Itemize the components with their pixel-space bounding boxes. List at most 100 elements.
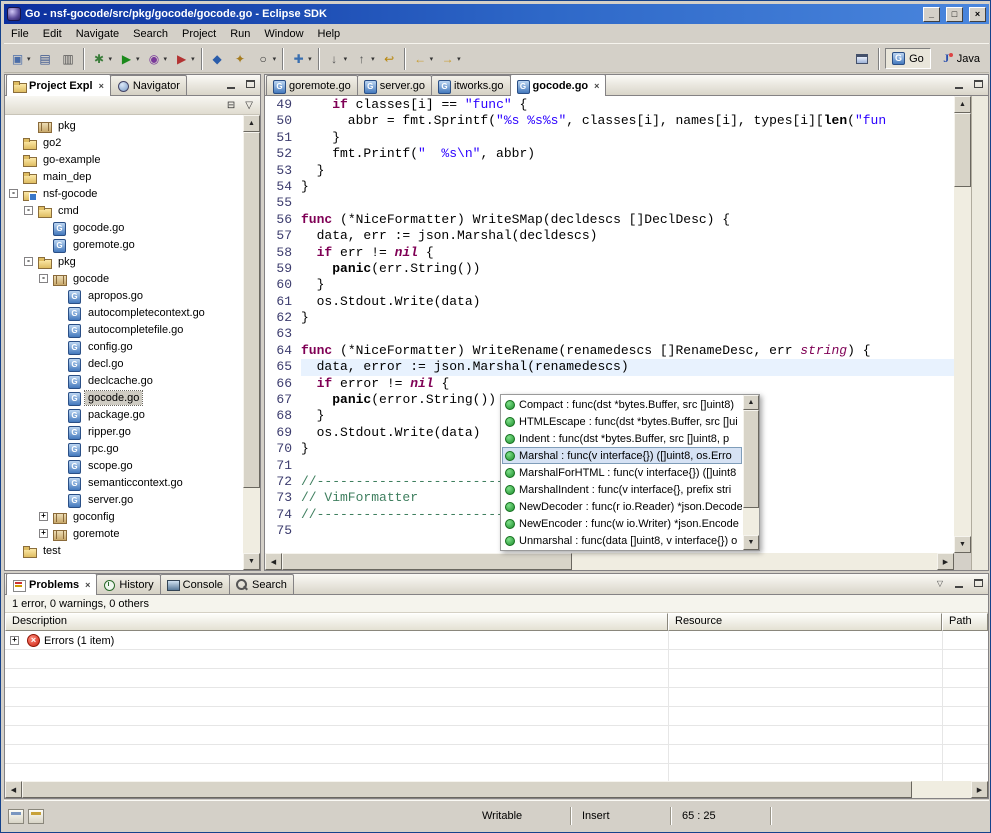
menu-run[interactable]: Run bbox=[223, 26, 257, 42]
editor-tab-goremote-go[interactable]: goremote.go bbox=[266, 75, 358, 95]
view-tab-history[interactable]: History bbox=[96, 574, 160, 594]
tree-item-goconfig[interactable]: +goconfig bbox=[5, 508, 243, 525]
forward-menu-arrow[interactable]: ▾ bbox=[457, 55, 461, 63]
completion-item-marshalindent[interactable]: MarshalIndent : func(v interface{}, pref… bbox=[502, 481, 742, 498]
scroll-right-button[interactable]: ▶ bbox=[937, 553, 954, 570]
view-tab-navigator[interactable]: Navigator bbox=[110, 75, 187, 95]
view-tab-search[interactable]: Search bbox=[229, 574, 294, 594]
search-button[interactable]: ○▾ bbox=[252, 47, 280, 71]
editor-horizontal-scrollbar[interactable]: ◀ ▶ bbox=[265, 553, 954, 570]
tree-item-declcache-go[interactable]: declcache.go bbox=[5, 372, 243, 389]
column-header-resource[interactable]: Resource bbox=[668, 613, 942, 631]
collapse-icon[interactable]: - bbox=[24, 257, 33, 266]
tree-item-gocode[interactable]: -gocode bbox=[5, 270, 243, 287]
column-header-description[interactable]: Description bbox=[5, 613, 668, 631]
new-button[interactable]: ▣▾ bbox=[6, 47, 34, 71]
tree-item-scope-go[interactable]: scope.go bbox=[5, 457, 243, 474]
tree-item-apropos-go[interactable]: apropos.go bbox=[5, 287, 243, 304]
code-line[interactable]: 61 os.Stdout.Write(data) bbox=[265, 294, 954, 310]
coverage-menu-arrow[interactable]: ▾ bbox=[164, 55, 168, 63]
title-bar[interactable]: Go - nsf-gocode/src/pkg/gocode/gocode.go… bbox=[4, 4, 989, 24]
new-element-button[interactable]: ✚▾ bbox=[287, 47, 315, 71]
next-annotation-menu-arrow[interactable]: ▾ bbox=[344, 55, 348, 63]
code-line[interactable]: 58 if err != nil { bbox=[265, 245, 954, 261]
tree-item-pkg[interactable]: -pkg bbox=[5, 253, 243, 270]
menu-help[interactable]: Help bbox=[311, 26, 348, 42]
code-line[interactable]: 52 fmt.Printf(" %s\n", abbr) bbox=[265, 146, 954, 162]
completion-item-marshal[interactable]: Marshal : func(v interface{}) ([]uint8, … bbox=[502, 447, 742, 464]
expand-icon[interactable]: + bbox=[39, 512, 48, 521]
forward-button[interactable]: →▾ bbox=[436, 47, 464, 71]
minimize-button[interactable]: _ bbox=[923, 7, 940, 22]
save-button[interactable]: ▤ bbox=[34, 47, 57, 71]
tree-item-goremote-go[interactable]: goremote.go bbox=[5, 236, 243, 253]
collapse-icon[interactable]: - bbox=[24, 206, 33, 215]
close-tab-icon[interactable]: × bbox=[85, 580, 90, 590]
completion-item-compact[interactable]: Compact : func(dst *bytes.Buffer, src []… bbox=[502, 396, 742, 413]
last-edit-location-button[interactable]: ↩ bbox=[378, 47, 401, 71]
close-tab-icon[interactable]: × bbox=[99, 81, 104, 91]
view-menu-button[interactable]: ▽ bbox=[242, 99, 256, 112]
code-line[interactable]: 62} bbox=[265, 310, 954, 326]
perspective-go[interactable]: Go bbox=[885, 48, 931, 69]
problems-row-errors-1-item[interactable]: +Errors (1 item) bbox=[5, 631, 988, 650]
external-tools-menu-arrow[interactable]: ▾ bbox=[191, 55, 195, 63]
tree-item-autocompletefile-go[interactable]: autocompletefile.go bbox=[5, 321, 243, 338]
view-menu-button[interactable]: ▽ bbox=[931, 575, 949, 591]
maximize-view-button[interactable] bbox=[969, 575, 987, 591]
maximize-view-button[interactable] bbox=[969, 76, 987, 92]
collapse-all-button[interactable]: ⊟ bbox=[224, 99, 238, 112]
shortcut-icon[interactable] bbox=[28, 809, 44, 824]
completion-item-newdecoder[interactable]: NewDecoder : func(r io.Reader) *json.Dec… bbox=[502, 498, 742, 515]
debug-menu-arrow[interactable]: ▾ bbox=[109, 55, 113, 63]
completion-item-htmlescape[interactable]: HTMLEscape : func(dst *bytes.Buffer, src… bbox=[502, 413, 742, 430]
menu-file[interactable]: File bbox=[4, 26, 36, 42]
completion-item-marshalforhtml[interactable]: MarshalForHTML : func(v interface{}) ([]… bbox=[502, 464, 742, 481]
menu-window[interactable]: Window bbox=[257, 26, 310, 42]
menu-project[interactable]: Project bbox=[175, 26, 223, 42]
view-tab-console[interactable]: Console bbox=[160, 574, 230, 594]
code-line[interactable]: 53 } bbox=[265, 163, 954, 179]
tree-item-goremote[interactable]: +goremote bbox=[5, 525, 243, 542]
tree-item-cmd[interactable]: -cmd bbox=[5, 202, 243, 219]
tree-item-rpc-go[interactable]: rpc.go bbox=[5, 440, 243, 457]
perspective-java[interactable]: Java bbox=[933, 48, 987, 69]
code-line[interactable]: 55 bbox=[265, 195, 954, 211]
view-tab-project-expl[interactable]: Project Expl× bbox=[6, 74, 111, 96]
code-line[interactable]: 57 data, err := json.Marshal(decldescs) bbox=[265, 228, 954, 244]
external-tools-button[interactable]: ▶▾ bbox=[170, 47, 198, 71]
code-line[interactable]: 65 data, error := json.Marshal(renamedes… bbox=[265, 359, 954, 375]
view-tab-problems[interactable]: Problems× bbox=[6, 573, 97, 595]
scrollbar-thumb[interactable] bbox=[243, 132, 260, 488]
problems-horizontal-scrollbar[interactable]: ◀ ▶ bbox=[5, 781, 988, 798]
scroll-up-button[interactable]: ▲ bbox=[243, 115, 260, 132]
tree-item-go-example[interactable]: go-example bbox=[5, 151, 243, 168]
minimize-view-button[interactable] bbox=[950, 575, 968, 591]
open-perspective-button[interactable] bbox=[851, 48, 873, 70]
completion-item-indent[interactable]: Indent : func(dst *bytes.Buffer, src []u… bbox=[502, 430, 742, 447]
editor-tab-itworks-go[interactable]: itworks.go bbox=[431, 75, 511, 95]
scroll-down-button[interactable]: ▼ bbox=[954, 536, 971, 553]
expand-icon[interactable]: + bbox=[10, 636, 19, 645]
scroll-left-button[interactable]: ◀ bbox=[265, 553, 282, 570]
code-line[interactable]: 54} bbox=[265, 179, 954, 195]
editor-tab-gocode-go[interactable]: gocode.go× bbox=[510, 74, 607, 96]
tree-item-config-go[interactable]: config.go bbox=[5, 338, 243, 355]
scroll-down-button[interactable]: ▼ bbox=[743, 535, 759, 550]
close-button[interactable]: × bbox=[969, 7, 986, 22]
back-button[interactable]: ←▾ bbox=[409, 47, 437, 71]
minimize-view-button[interactable] bbox=[950, 76, 968, 92]
run-menu-arrow[interactable]: ▾ bbox=[136, 55, 140, 63]
editor-tab-server-go[interactable]: server.go bbox=[357, 75, 432, 95]
tree-item-autocompletecontext-go[interactable]: autocompletecontext.go bbox=[5, 304, 243, 321]
scroll-up-button[interactable]: ▲ bbox=[743, 395, 759, 410]
search-menu-arrow[interactable]: ▾ bbox=[273, 55, 277, 63]
scrollbar-thumb[interactable] bbox=[22, 781, 912, 798]
debug-button[interactable]: ✱▾ bbox=[88, 47, 116, 71]
code-line[interactable]: 66 if error != nil { bbox=[265, 376, 954, 392]
completion-item-unmarshal[interactable]: Unmarshal : func(data []uint8, v interfa… bbox=[502, 532, 742, 549]
tree-item-go2[interactable]: go2 bbox=[5, 134, 243, 151]
tree-item-test[interactable]: test bbox=[5, 542, 243, 559]
menu-edit[interactable]: Edit bbox=[36, 26, 69, 42]
code-line[interactable]: 50 abbr = fmt.Sprintf("%s %s%s", classes… bbox=[265, 113, 954, 129]
